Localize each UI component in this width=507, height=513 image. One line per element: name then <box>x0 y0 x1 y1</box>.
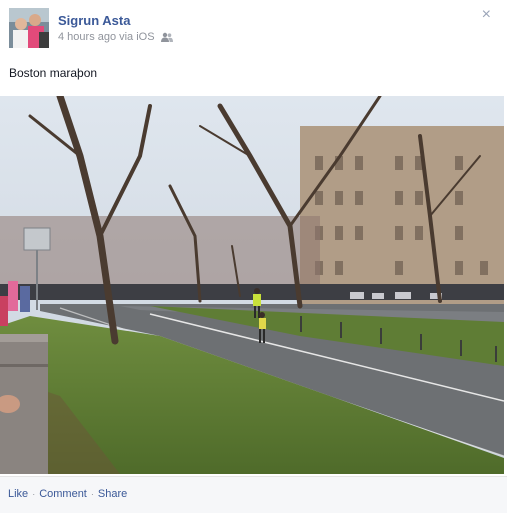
like-link[interactable]: Like <box>8 488 28 500</box>
avatar[interactable] <box>9 8 49 48</box>
separator: · <box>90 489 94 499</box>
post-action-bar: Like · Comment · Share <box>0 476 507 513</box>
post-photo[interactable] <box>0 96 504 474</box>
share-link[interactable]: Share <box>98 488 127 500</box>
author-name[interactable]: Sigrun Asta <box>58 13 130 28</box>
feed-post: Sigrun Asta 4 hours ago via iOS × Boston… <box>0 0 507 513</box>
friends-icon[interactable] <box>160 32 173 42</box>
post-time[interactable]: 4 hours ago <box>58 31 116 43</box>
close-icon[interactable]: × <box>482 7 491 23</box>
post-message: Boston maraþon <box>9 66 98 80</box>
post-source: via iOS <box>119 31 155 43</box>
post-meta: 4 hours ago via iOS <box>58 31 173 43</box>
comment-link[interactable]: Comment <box>39 488 87 500</box>
separator: · <box>32 489 36 499</box>
